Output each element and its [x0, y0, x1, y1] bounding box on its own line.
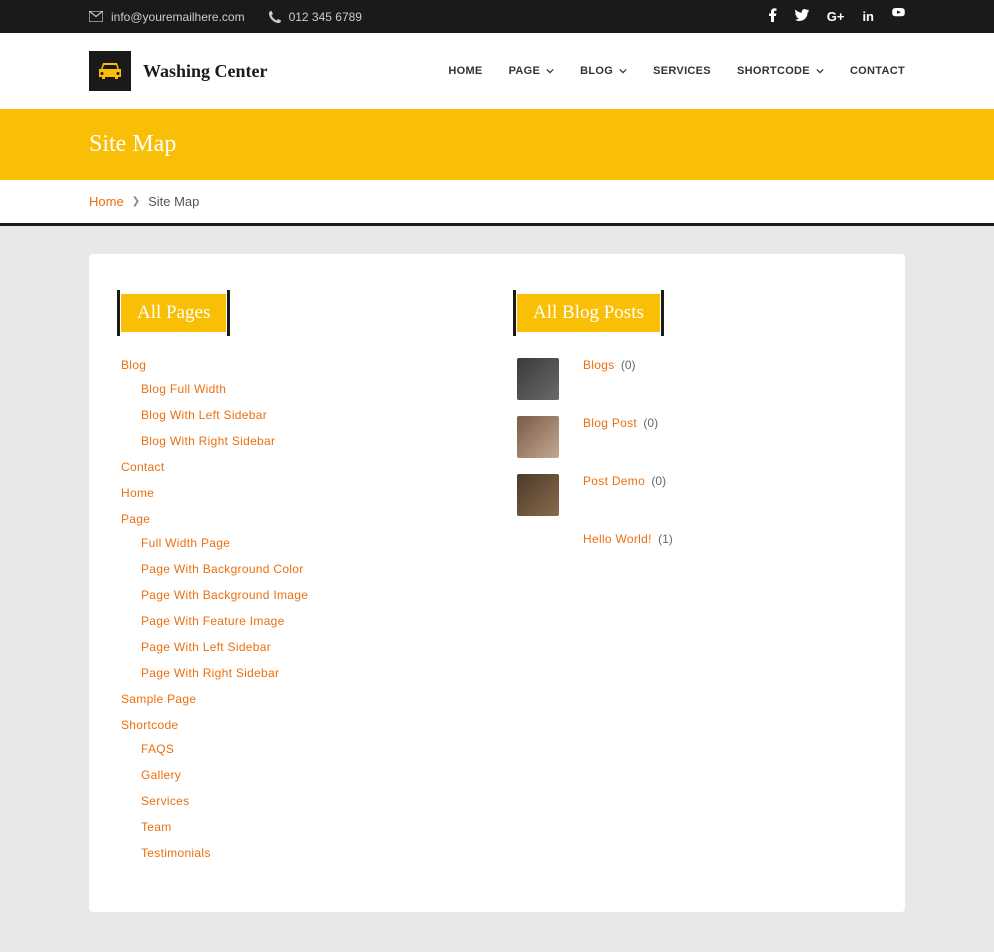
post-thumb[interactable]	[517, 474, 559, 516]
tree-link-faqs[interactable]: FAQS	[141, 742, 174, 756]
logo[interactable]: Washing Center	[89, 51, 268, 91]
chevron-down-icon	[816, 67, 824, 75]
facebook-icon[interactable]	[769, 8, 777, 25]
nav-contact[interactable]: CONTACT	[850, 65, 905, 77]
tree-link-sample[interactable]: Sample Page	[121, 692, 196, 706]
hero-banner: Site Map	[0, 109, 994, 180]
topbar-email-text: info@youremailhere.com	[111, 10, 245, 24]
tree-link-page-right[interactable]: Page With Right Sidebar	[141, 666, 279, 680]
car-icon	[97, 61, 123, 81]
post-item: Blog Post (0)	[517, 416, 873, 458]
logo-box	[89, 51, 131, 91]
post-item: Hello World! (1)	[517, 532, 873, 574]
header: Washing Center HOME PAGE BLOG SERVICES S…	[0, 33, 994, 109]
tree-link-gallery[interactable]: Gallery	[141, 768, 181, 782]
nav-services[interactable]: SERVICES	[653, 65, 711, 77]
post-item: Blogs (0)	[517, 358, 873, 400]
post-count: (1)	[658, 532, 673, 546]
topbar: info@youremailhere.com 012 345 6789 G+ i…	[0, 0, 994, 33]
nav-blog[interactable]: BLOG	[580, 65, 627, 77]
post-link-hello[interactable]: Hello World!	[583, 532, 652, 546]
post-thumb[interactable]	[517, 416, 559, 458]
breadcrumb-home[interactable]: Home	[89, 194, 124, 209]
post-count: (0)	[651, 474, 666, 488]
post-thumb[interactable]	[517, 358, 559, 400]
page-title: Site Map	[89, 131, 905, 158]
tree-link-home[interactable]: Home	[121, 486, 154, 500]
main-nav: HOME PAGE BLOG SERVICES SHORTCODE CONTAC…	[448, 65, 905, 77]
content-card: All Pages Blog Blog Full Width Blog With…	[89, 254, 905, 912]
topbar-email[interactable]: info@youremailhere.com	[89, 10, 245, 24]
tree-link-blog-left[interactable]: Blog With Left Sidebar	[141, 408, 267, 422]
pages-tree: Blog Blog Full Width Blog With Left Side…	[121, 358, 477, 860]
googleplus-icon[interactable]: G+	[827, 9, 845, 24]
phone-icon	[269, 11, 281, 23]
tree-link-page-full[interactable]: Full Width Page	[141, 536, 230, 550]
post-link-blogpost[interactable]: Blog Post	[583, 416, 637, 430]
nav-page-label: PAGE	[509, 65, 541, 77]
tree-link-testimonials[interactable]: Testimonials	[141, 846, 211, 860]
section-title-pages: All Pages	[121, 294, 226, 332]
chevron-down-icon	[546, 67, 554, 75]
linkedin-icon[interactable]: in	[862, 9, 874, 24]
nav-shortcode-label: SHORTCODE	[737, 65, 810, 77]
tree-link-page-bgi[interactable]: Page With Background Image	[141, 588, 308, 602]
brand-text: Washing Center	[143, 61, 268, 82]
posts-column: All Blog Posts Blogs (0) Bl	[517, 294, 873, 872]
youtube-icon[interactable]	[892, 8, 905, 25]
chevron-down-icon	[619, 67, 627, 75]
post-link-postdemo[interactable]: Post Demo	[583, 474, 645, 488]
tree-link-blog-right[interactable]: Blog With Right Sidebar	[141, 434, 275, 448]
section-title-posts: All Blog Posts	[517, 294, 660, 332]
post-count: (0)	[643, 416, 658, 430]
nav-page[interactable]: PAGE	[509, 65, 555, 77]
post-count: (0)	[621, 358, 636, 372]
chevron-right-icon: ❯	[132, 196, 140, 207]
breadcrumb-current: Site Map	[148, 194, 199, 209]
breadcrumb: Home ❯ Site Map	[0, 180, 994, 226]
tree-link-services[interactable]: Services	[141, 794, 189, 808]
tree-link-shortcode[interactable]: Shortcode	[121, 718, 178, 732]
post-item: Post Demo (0)	[517, 474, 873, 516]
tree-link-page-feat[interactable]: Page With Feature Image	[141, 614, 285, 628]
envelope-icon	[89, 11, 103, 22]
post-link-blogs[interactable]: Blogs	[583, 358, 615, 372]
tree-link-page[interactable]: Page	[121, 512, 150, 526]
twitter-icon[interactable]	[795, 9, 809, 24]
tree-link-page-left[interactable]: Page With Left Sidebar	[141, 640, 271, 654]
pages-column: All Pages Blog Blog Full Width Blog With…	[121, 294, 477, 872]
tree-link-blog[interactable]: Blog	[121, 358, 146, 372]
topbar-phone[interactable]: 012 345 6789	[269, 10, 362, 24]
social-links: G+ in	[769, 8, 905, 25]
tree-link-page-bgc[interactable]: Page With Background Color	[141, 562, 304, 576]
tree-link-contact[interactable]: Contact	[121, 460, 164, 474]
nav-blog-label: BLOG	[580, 65, 613, 77]
nav-shortcode[interactable]: SHORTCODE	[737, 65, 824, 77]
nav-home[interactable]: HOME	[448, 65, 482, 77]
post-thumb-empty	[517, 532, 559, 574]
posts-list: Blogs (0) Blog Post (0)	[517, 358, 873, 574]
tree-link-blog-full[interactable]: Blog Full Width	[141, 382, 226, 396]
topbar-phone-text: 012 345 6789	[289, 10, 362, 24]
tree-link-team[interactable]: Team	[141, 820, 172, 834]
